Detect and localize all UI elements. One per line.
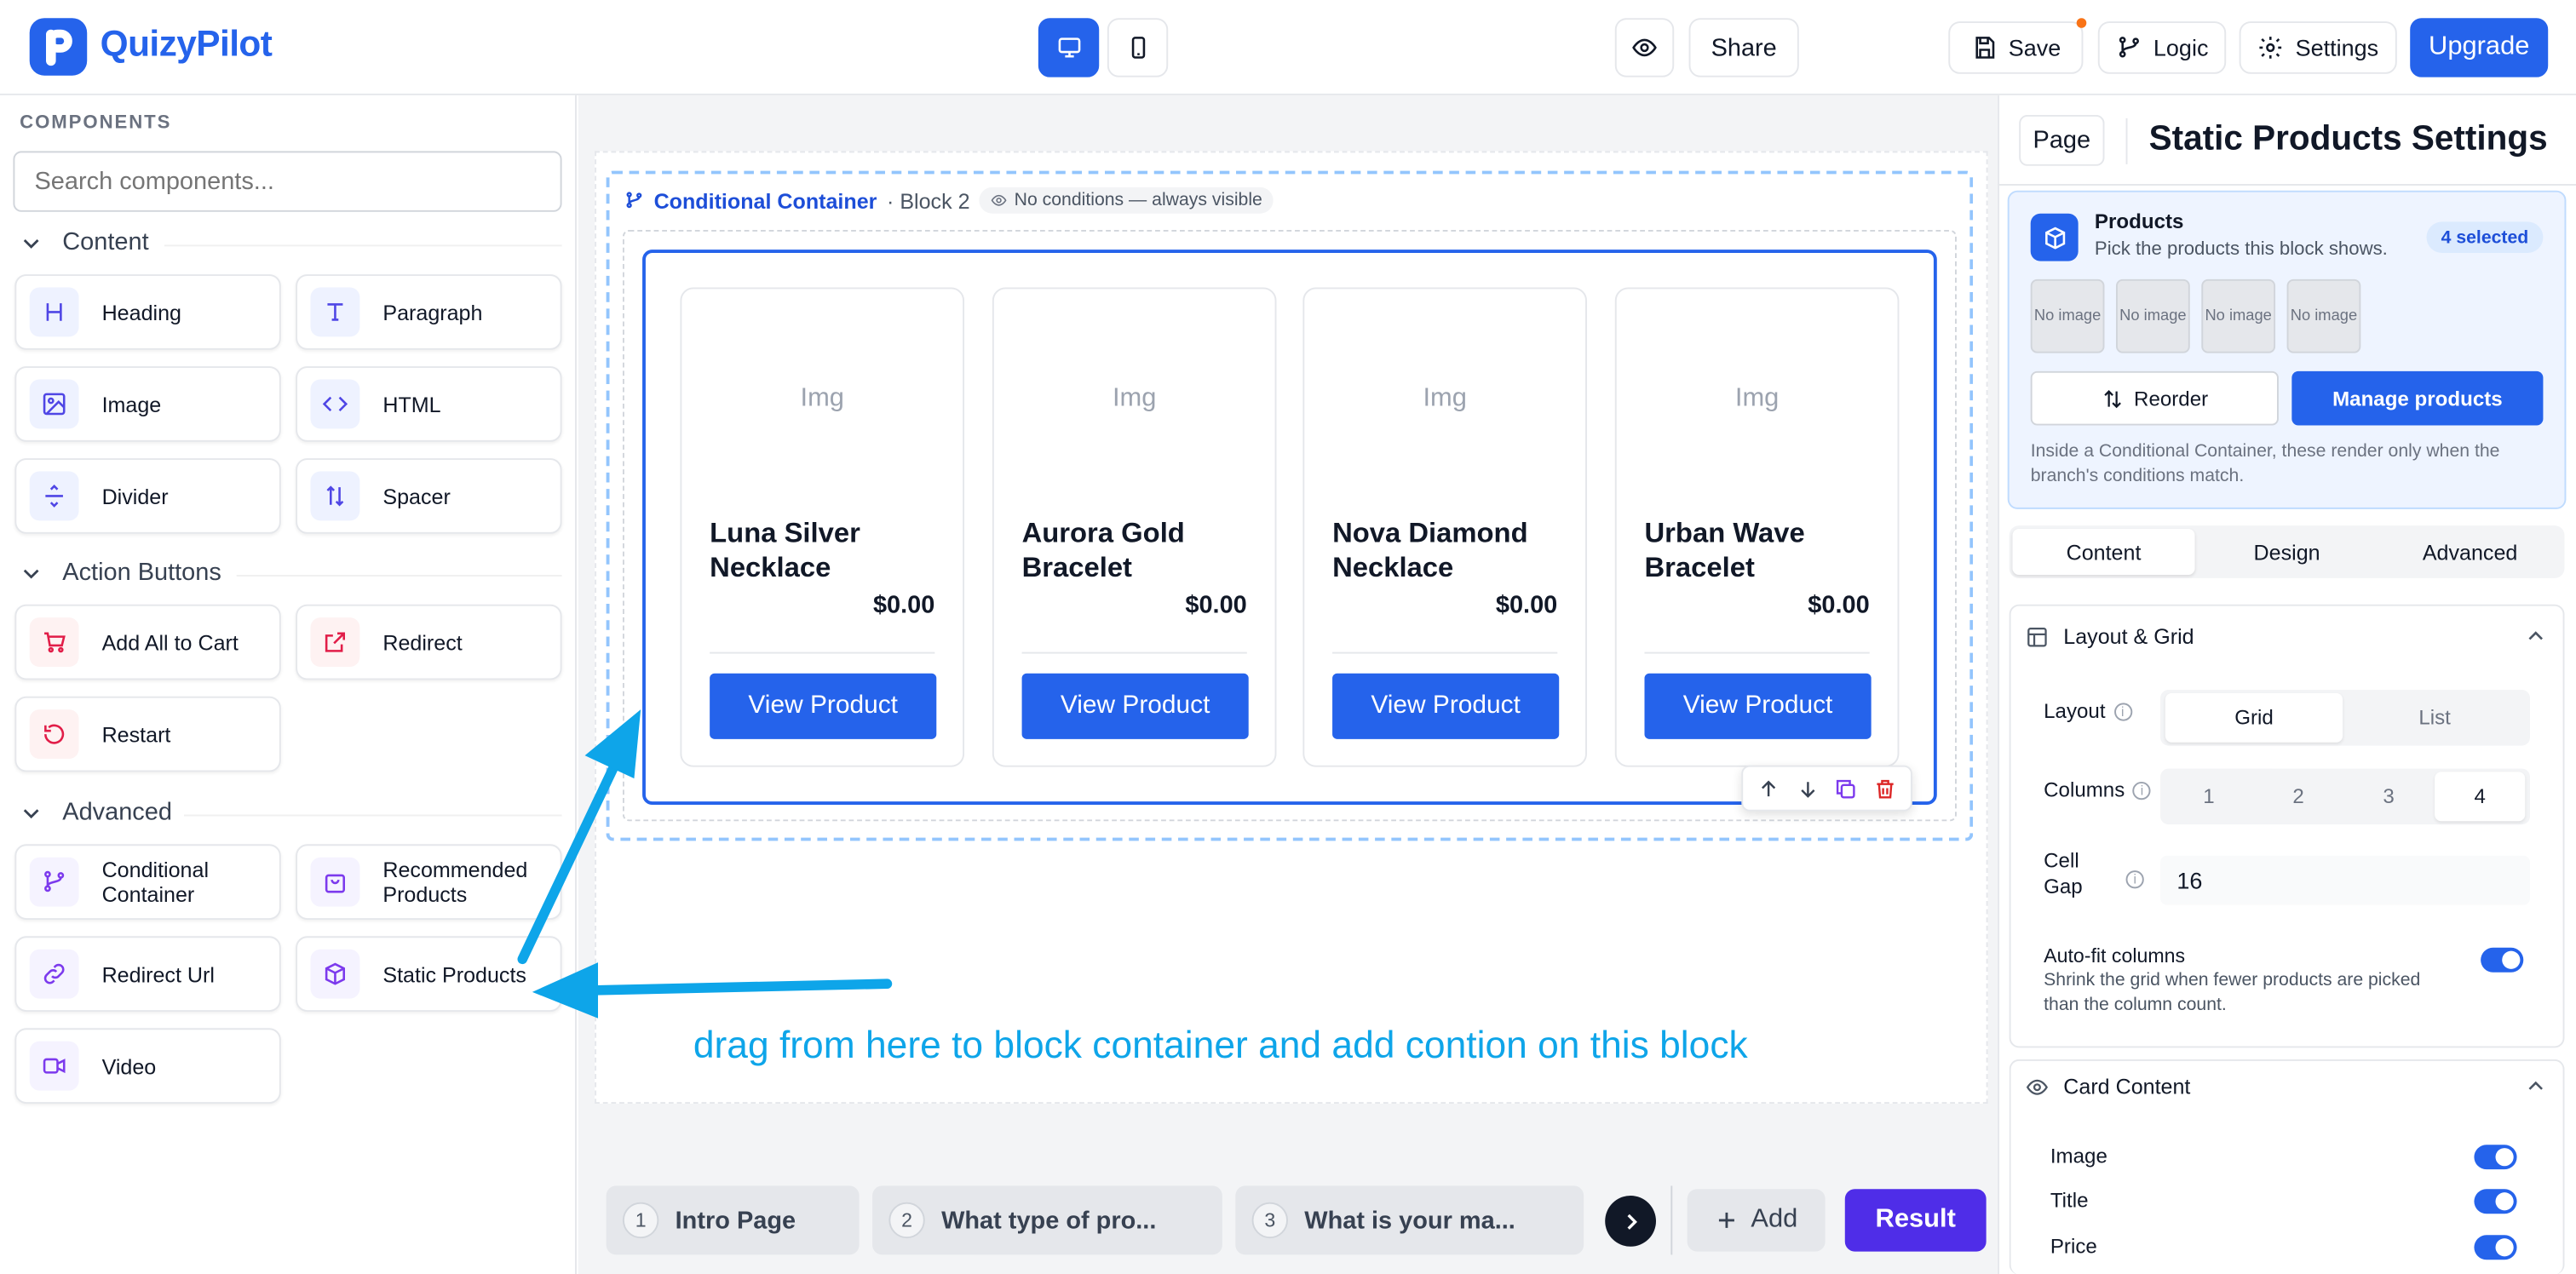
sort-icon xyxy=(2104,389,2121,408)
products-note: Inside a Conditional Container, these re… xyxy=(2030,441,2500,486)
chevron-up-icon[interactable] xyxy=(2525,1076,2546,1097)
chevron-right-icon xyxy=(1626,1213,1636,1229)
page-number: 2 xyxy=(888,1202,925,1239)
page-label: What is your ma... xyxy=(1304,1206,1515,1235)
products-title: Products xyxy=(2094,209,2184,233)
page-tab[interactable]: 2 What type of pro... xyxy=(872,1185,1222,1255)
page-label: Intro Page xyxy=(675,1206,796,1235)
cell-gap-input[interactable]: 16 xyxy=(2160,855,2530,905)
page-label: What type of pro... xyxy=(941,1206,1157,1235)
layout-label: Layout xyxy=(2044,699,2106,723)
layout-icon xyxy=(2027,627,2047,646)
annotation-text: drag from here to block container and ad… xyxy=(693,1023,1748,1066)
price-toggle-label: Price xyxy=(2050,1235,2097,1259)
layout-grid-title: Layout & Grid xyxy=(2063,623,2194,649)
manage-products-button[interactable]: Manage products xyxy=(2291,370,2544,426)
page-number: 3 xyxy=(1251,1202,1288,1239)
columns-label: Columns xyxy=(2044,778,2125,802)
product-thumbnail: No image xyxy=(2115,278,2190,353)
page-tab[interactable]: 3 What is your ma... xyxy=(1235,1185,1584,1255)
cube-icon xyxy=(2030,213,2079,261)
divider xyxy=(1670,1185,1673,1255)
divider xyxy=(1998,183,2576,186)
chevron-up-icon[interactable] xyxy=(2525,626,2546,647)
cell-gap-label: Cell Gap xyxy=(2044,849,2083,898)
layout-label-row: Layout i xyxy=(2044,699,2132,723)
settings-tabs: Content Design Advanced xyxy=(2009,525,2565,578)
card-content-title: Card Content xyxy=(2063,1074,2191,1099)
columns-option-1[interactable]: 1 xyxy=(2165,772,2252,821)
scroll-pages-right-button[interactable] xyxy=(1605,1195,1656,1247)
title-toggle[interactable] xyxy=(2474,1189,2517,1214)
columns-option-2[interactable]: 2 xyxy=(2254,772,2343,821)
selected-count-badge: 4 selected xyxy=(2426,221,2544,253)
columns-option-4[interactable]: 4 xyxy=(2435,772,2526,822)
columns-segmented-control: 1 2 3 4 xyxy=(2160,768,2530,825)
arrowhead xyxy=(584,709,641,779)
columns-label-row: Columns i xyxy=(2044,778,2152,802)
add-page-button[interactable]: Add xyxy=(1687,1189,1826,1252)
reorder-label: Reorder xyxy=(2134,387,2209,410)
reorder-button[interactable]: Reorder xyxy=(2030,370,2279,426)
product-thumbnail: No image xyxy=(2286,278,2361,353)
info-icon: i xyxy=(2113,702,2132,720)
product-thumbnail: No image xyxy=(2201,278,2276,353)
layout-segmented-control: Grid List xyxy=(2160,689,2530,746)
product-thumbnail: No image xyxy=(2030,278,2105,353)
image-toggle[interactable] xyxy=(2474,1145,2517,1170)
annotation-arrow-left xyxy=(586,978,893,996)
image-toggle-label: Image xyxy=(2050,1145,2107,1168)
price-toggle[interactable] xyxy=(2474,1235,2517,1260)
result-page-button[interactable]: Result xyxy=(1844,1189,1987,1252)
card-content-header[interactable]: Card Content xyxy=(2026,1074,2190,1099)
title-toggle-label: Title xyxy=(2050,1189,2089,1213)
tab-advanced[interactable]: Advanced xyxy=(2379,529,2562,575)
layout-grid-header[interactable]: Layout & Grid xyxy=(2026,624,2194,649)
page-number: 1 xyxy=(622,1202,659,1239)
info-icon: i xyxy=(2125,870,2144,889)
products-subtitle: Pick the products this block shows. xyxy=(2094,239,2388,260)
layout-option-list[interactable]: List xyxy=(2346,693,2523,743)
page-settings-button[interactable]: Page xyxy=(2019,114,2105,166)
autofit-title: Auto-fit columns xyxy=(2044,944,2186,967)
annotation-arrow-up xyxy=(517,754,623,965)
info-icon: i xyxy=(2132,781,2152,800)
autofit-toggle[interactable] xyxy=(2481,947,2524,973)
tab-content[interactable]: Content xyxy=(2012,528,2195,575)
page-tab[interactable]: 1 Intro Page xyxy=(606,1185,860,1255)
arrowhead xyxy=(532,962,598,1019)
add-label: Add xyxy=(1751,1205,1798,1234)
tab-design[interactable]: Design xyxy=(2195,529,2379,575)
settings-title: Static Products Settings xyxy=(2148,119,2548,158)
plus-icon xyxy=(1718,1212,1734,1228)
layout-option-grid[interactable]: Grid xyxy=(2165,692,2343,743)
divider xyxy=(2125,118,2128,164)
columns-option-3[interactable]: 3 xyxy=(2344,772,2433,821)
eye-icon xyxy=(2026,1078,2048,1094)
autofit-description: Shrink the grid when fewer products are … xyxy=(2044,970,2421,1015)
